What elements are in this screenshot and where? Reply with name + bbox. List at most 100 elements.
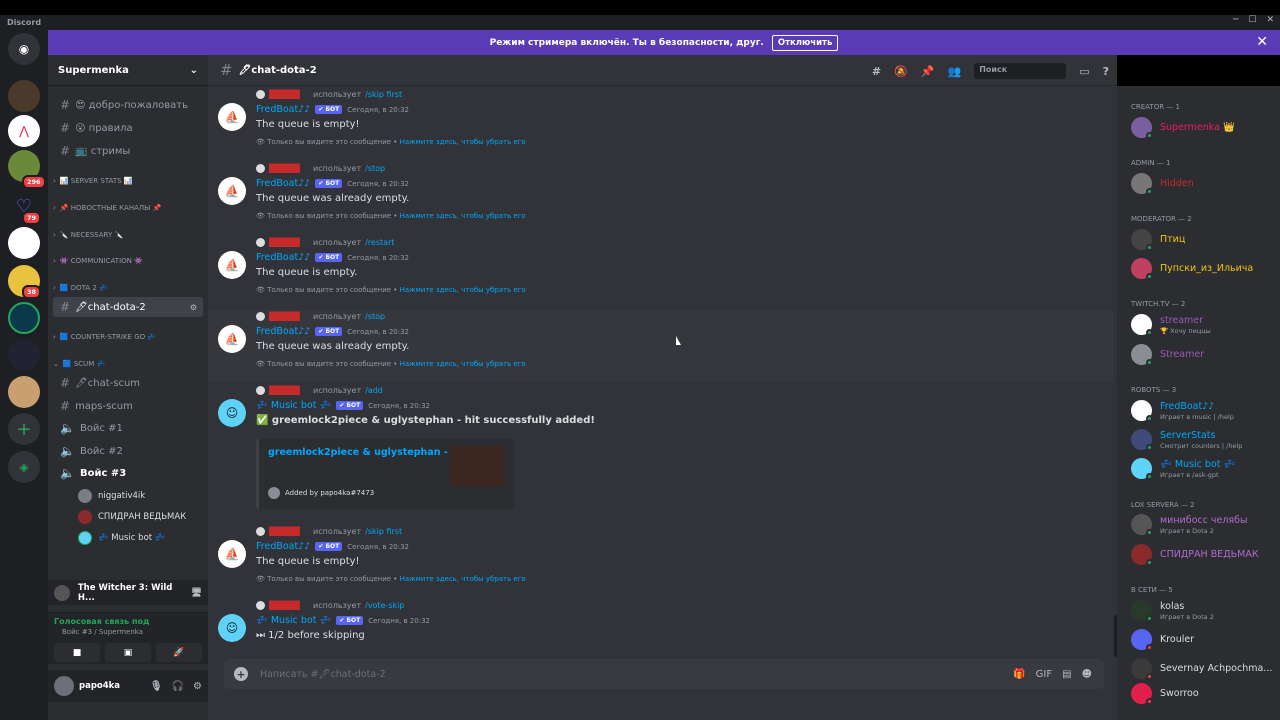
category-news[interactable]: › 📌 НОВОСТНЫЕ КАНАЛЫ 📌	[53, 204, 161, 212]
close-icon[interactable]: ✕	[1256, 34, 1268, 50]
settings-icon[interactable]: ⚙	[190, 303, 197, 312]
voice-channel-2[interactable]: 🔈 Войс #2	[53, 441, 203, 461]
command[interactable]: /restart	[365, 238, 394, 247]
headphones-icon[interactable]: 🎧	[172, 681, 184, 692]
member-item[interactable]: Supermenka 👑	[1131, 117, 1235, 139]
disable-streamer-button[interactable]: Отключить	[771, 34, 839, 51]
channel-welcome[interactable]: # 😍 добро-пожаловать	[53, 95, 203, 115]
gear-icon[interactable]: ⚙	[193, 681, 202, 692]
inbox-icon[interactable]: ▭	[1079, 65, 1089, 78]
dismiss-link[interactable]: Нажмите здесь, чтобы убрать его	[400, 138, 526, 146]
message[interactable]: █████ использует/add ☺ 💤 Music bot 💤 ✔ БОТ…	[208, 384, 1113, 519]
message[interactable]: █████ использует/skip first ⛵ FredBoat♪♪ ✔…	[208, 525, 1113, 597]
music-bot-avatar[interactable]: ☺	[218, 399, 246, 427]
server-icon[interactable]: ⋀	[8, 115, 40, 147]
music-bot-avatar[interactable]: ☺	[218, 614, 246, 642]
voice-user[interactable]: 💤 Music bot 💤	[78, 531, 165, 545]
activity-panel[interactable]: The Witcher 3: Wild H... 🖥	[48, 580, 208, 605]
user-name[interactable]: papo4ka	[79, 681, 120, 691]
channel-chat-dota-2[interactable]: # 🖊chat-dota-2 ⚙	[53, 297, 203, 317]
server-icon[interactable]	[8, 339, 40, 371]
message[interactable]: █████ использует/restart ⛵ FredBoat♪♪ ✔ БО…	[208, 236, 1113, 308]
author[interactable]: FredBoat♪♪	[256, 541, 310, 552]
channel-streams[interactable]: # 📺 стримы	[53, 141, 203, 161]
member-item[interactable]: kolas Играет в Dota 2	[1131, 600, 1214, 622]
server-icon[interactable]	[8, 227, 40, 259]
server-icon[interactable]	[8, 80, 40, 112]
voice-channel-3[interactable]: 🔈 Войс #3	[53, 463, 203, 483]
member-item[interactable]: 💤 Music bot 💤 Играет в /ask-gpt	[1131, 458, 1235, 480]
embed-thumbnail[interactable]	[450, 446, 504, 486]
member-item[interactable]: Krouler	[1131, 629, 1194, 651]
channel-chat-scum[interactable]: # 🖊chat-scum	[53, 373, 203, 393]
dismiss-link[interactable]: Нажмите здесь, чтобы убрать его	[400, 212, 526, 220]
search-input[interactable]: Поиск	[974, 63, 1067, 79]
sticker-icon[interactable]: ▤	[1062, 669, 1071, 680]
add-attachment-icon[interactable]: +	[234, 667, 248, 681]
command[interactable]: /vote-skip	[365, 601, 404, 610]
command[interactable]: /stop	[365, 164, 385, 173]
command[interactable]: /stop	[365, 312, 385, 321]
server-header[interactable]: Supermenka ⌄	[48, 55, 208, 86]
supermenka-server-icon[interactable]	[8, 302, 40, 334]
dismiss-link[interactable]: Нажмите здесь, чтобы убрать его	[400, 575, 526, 583]
author[interactable]: FredBoat♪♪	[256, 178, 310, 189]
threads-icon[interactable]: #	[872, 65, 881, 78]
member-item[interactable]: Пупски_из_Ильича	[1131, 258, 1253, 280]
message[interactable]: █████ использует/stop ⛵ FredBoat♪♪ ✔ БОТ Се…	[208, 310, 1113, 382]
help-icon[interactable]: ?	[1103, 65, 1109, 78]
category-server-stats[interactable]: › 📊 SERVER STATS 📊	[53, 177, 132, 185]
maximize-icon[interactable]: ☐	[1248, 15, 1256, 25]
minimize-icon[interactable]: ─	[1233, 15, 1238, 25]
message[interactable]: █████ использует/stop ⛵ FredBoat♪♪ ✔ БОТ Се…	[208, 162, 1113, 234]
member-item[interactable]: Severnay Achpochma...	[1131, 658, 1272, 680]
explore-icon[interactable]: ◈	[8, 451, 40, 483]
fredboat-avatar[interactable]: ⛵	[218, 251, 246, 279]
author[interactable]: FredBoat♪♪	[256, 252, 310, 263]
member-item[interactable]: Hidden	[1131, 173, 1194, 195]
category-communication[interactable]: › 👾 COMMUNICATION 👾	[53, 257, 143, 265]
author[interactable]: 💤 Music bot 💤	[256, 615, 331, 626]
camera-button[interactable]: ■	[54, 643, 100, 662]
command[interactable]: /skip first	[365, 90, 402, 99]
member-item[interactable]: ServerStats Смотрит counters | /help	[1131, 429, 1242, 451]
channel-maps-scum[interactable]: # maps-scum	[53, 396, 203, 416]
avatar[interactable]	[54, 676, 74, 696]
category-scum[interactable]: ⌄ 🟦 SCUM 💤	[53, 360, 105, 368]
category-necessary[interactable]: › 🔪 NECESSARY 🔪	[53, 231, 123, 239]
member-item[interactable]: FredBoat♪♪ Играет в music | /help	[1131, 400, 1234, 422]
mic-icon[interactable]: 🎙	[150, 681, 163, 692]
author[interactable]: FredBoat♪♪	[256, 326, 310, 337]
emoji-icon[interactable]: ☻	[1082, 669, 1092, 680]
fredboat-avatar[interactable]: ⛵	[218, 103, 246, 131]
voice-user[interactable]: niggativ4ik	[78, 489, 145, 503]
command[interactable]: /add	[365, 386, 383, 395]
gift-icon[interactable]: 🎁	[1013, 669, 1025, 680]
voice-user[interactable]: СПИДРАН ВЕДЬМАК	[78, 510, 186, 524]
add-server-icon[interactable]: +	[8, 413, 40, 445]
member-item[interactable]: streamer 🏆 Хочу пиццы	[1131, 314, 1211, 336]
members-icon[interactable]: 👥	[948, 65, 962, 78]
close-window-icon[interactable]: ✕	[1266, 15, 1274, 25]
fredboat-avatar[interactable]: ⛵	[218, 540, 246, 568]
message[interactable]: █████ использует/vote-skip ☺ 💤 Music bot …	[208, 599, 1113, 655]
author[interactable]: FredBoat♪♪	[256, 104, 310, 115]
activity-button[interactable]: 🚀	[156, 643, 202, 662]
message[interactable]: █████ использует/skip first ⛵ FredBoat♪♪ ✔…	[208, 88, 1113, 160]
server-icon[interactable]	[8, 376, 40, 408]
fredboat-avatar[interactable]: ⛵	[218, 325, 246, 353]
pin-icon[interactable]: 📌	[921, 65, 935, 78]
screen-share-button[interactable]: ▣	[105, 643, 151, 662]
dismiss-link[interactable]: Нажмите здесь, чтобы убрать его	[400, 360, 526, 368]
screen-icon[interactable]: 🖥	[191, 588, 202, 598]
fredboat-avatar[interactable]: ⛵	[218, 177, 246, 205]
member-item[interactable]: Sworroo	[1131, 683, 1199, 705]
channel-rules[interactable]: # 😮 правила	[53, 118, 203, 138]
gif-icon[interactable]: GIF	[1036, 669, 1052, 680]
voice-channel-1[interactable]: 🔈 Войс #1	[53, 418, 203, 438]
message-input[interactable]: + Написать #🖊chat-dota-2 🎁 GIF ▤ ☻	[224, 659, 1104, 689]
member-item[interactable]: СПИДРАН ВЕДЬМАК	[1131, 544, 1259, 566]
command[interactable]: /skip first	[365, 527, 402, 536]
category-dota2[interactable]: › 🟦 DOTA 2 💤	[53, 284, 108, 292]
discord-home-icon[interactable]: ◉	[8, 33, 40, 65]
